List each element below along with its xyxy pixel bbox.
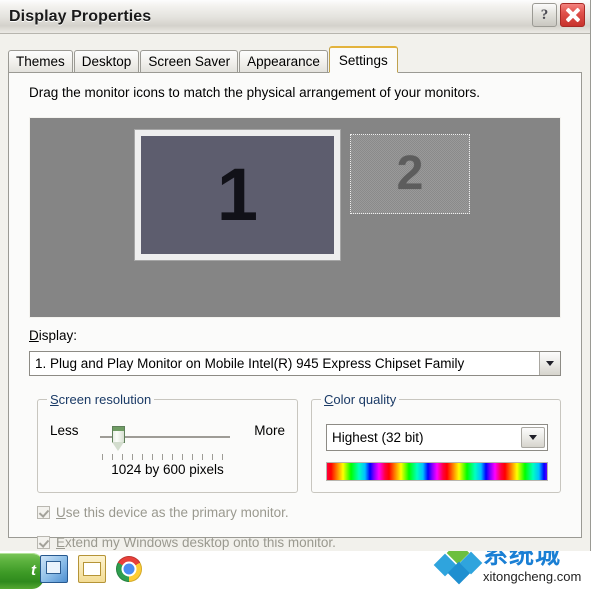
primary-monitor-checkbox-row[interactable]: Use this device as the primary monitor.: [37, 505, 289, 520]
primary-monitor-checkbox[interactable]: [37, 506, 50, 519]
watermark-logo-icon: [433, 551, 483, 585]
extend-desktop-checkbox-row[interactable]: Extend my Windows desktop onto this moni…: [37, 535, 336, 550]
drag-monitors-hint: Drag the monitor icons to match the phys…: [29, 85, 480, 100]
display-label-mnemonic: D: [29, 328, 39, 343]
screen-resolution-group: Screen resolution Less More 1024 by 600 …: [37, 392, 298, 493]
quick-launch-bar: [40, 555, 142, 583]
display-properties-window: Display Properties ? Themes Desktop Scre…: [0, 0, 591, 552]
primary-monitor-label: Use this device as the primary monitor.: [56, 505, 289, 520]
screen-resolution-title: Screen resolution: [47, 392, 155, 407]
window-title: Display Properties: [9, 7, 152, 25]
tab-settings[interactable]: Settings: [328, 46, 398, 73]
extend-desktop-label-mnemonic: E: [56, 535, 66, 550]
help-button[interactable]: ?: [532, 3, 557, 27]
color-spectrum-bar: [326, 462, 548, 481]
resolution-more-label: More: [254, 423, 285, 438]
extend-desktop-label-rest: xtend my Windows desktop onto this monit…: [65, 535, 336, 550]
tab-strip: Themes Desktop Screen Saver Appearance S…: [8, 46, 590, 73]
resolution-slider-thumb[interactable]: [112, 426, 125, 452]
monitor-icon-1[interactable]: 1: [134, 129, 341, 261]
taskbar: t 系统城 xitongcheng.com: [0, 551, 591, 589]
start-button[interactable]: t: [0, 553, 44, 589]
primary-monitor-label-rest: se this device as the primary monitor.: [65, 505, 289, 520]
show-desktop-icon[interactable]: [40, 555, 68, 583]
settings-panel: Drag the monitor icons to match the phys…: [8, 72, 582, 550]
watermark: 系统城 xitongcheng.com: [433, 551, 585, 587]
tab-themes[interactable]: Themes: [8, 50, 73, 72]
resolution-slider[interactable]: [100, 424, 230, 462]
slider-thumb-tip: [112, 442, 124, 451]
screenshot-root: Display Properties ? Themes Desktop Scre…: [0, 0, 591, 589]
resolution-slider-ticks: [102, 454, 228, 460]
watermark-url: xitongcheng.com: [483, 569, 582, 584]
color-quality-dropdown-arrow[interactable]: [521, 427, 545, 448]
chrome-icon[interactable]: [116, 556, 142, 582]
primary-monitor-label-mnemonic: U: [56, 505, 66, 520]
monitor-icon-2[interactable]: 2: [350, 134, 470, 214]
color-quality-title-rest: olor quality: [333, 392, 397, 407]
close-button[interactable]: [560, 3, 585, 27]
resolution-less-label: Less: [50, 423, 79, 438]
display-dropdown-arrow[interactable]: [539, 352, 560, 375]
display-dropdown[interactable]: 1. Plug and Play Monitor on Mobile Intel…: [29, 351, 561, 376]
tab-screen-saver[interactable]: Screen Saver: [140, 50, 239, 72]
tab-appearance[interactable]: Appearance: [239, 50, 328, 72]
display-dropdown-value: 1. Plug and Play Monitor on Mobile Intel…: [35, 356, 465, 371]
title-bar-buttons: ?: [532, 3, 585, 27]
monitor-2-number: 2: [396, 147, 424, 200]
monitor-1-number: 1: [216, 153, 259, 236]
monitor-preview-area[interactable]: 1 2: [29, 117, 561, 318]
extend-desktop-checkbox[interactable]: [37, 536, 50, 549]
question-mark-icon: ?: [540, 6, 549, 23]
color-quality-title: Color quality: [321, 392, 400, 407]
display-label-rest: isplay:: [38, 328, 78, 343]
color-quality-value: Highest (32 bit): [332, 430, 424, 445]
chevron-down-icon: [546, 361, 554, 366]
tab-desktop[interactable]: Desktop: [73, 50, 140, 72]
display-label: Display:: [29, 328, 77, 343]
window-icon[interactable]: [78, 555, 106, 583]
start-button-label: t: [31, 562, 36, 579]
color-quality-group: Color quality Highest (32 bit): [311, 392, 561, 493]
chevron-down-icon: [529, 435, 537, 440]
extend-desktop-label: Extend my Windows desktop onto this moni…: [56, 535, 336, 550]
color-quality-title-mnemonic: C: [324, 392, 334, 407]
slider-thumb-cap: [113, 427, 124, 431]
title-bar: Display Properties ?: [0, 0, 590, 34]
resolution-value-text: 1024 by 600 pixels: [111, 462, 224, 477]
screen-resolution-title-mnemonic: S: [50, 392, 59, 407]
screen-resolution-title-rest: creen resolution: [58, 392, 152, 407]
watermark-brand: 系统城: [483, 551, 562, 569]
color-quality-dropdown[interactable]: Highest (32 bit): [326, 424, 548, 451]
